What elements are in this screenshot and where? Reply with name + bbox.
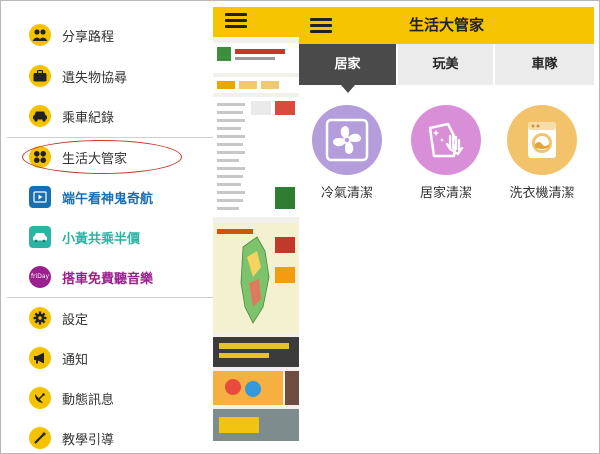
tab-fleet[interactable]: 車隊 — [495, 44, 594, 85]
background-page-preview — [213, 7, 299, 441]
satellite-icon — [29, 387, 51, 409]
car-icon — [29, 105, 51, 127]
taxi-icon — [29, 226, 51, 248]
service-label: 居家清潔 — [419, 186, 472, 201]
menu-item-lost-found[interactable]: 遺失物協尋 — [7, 56, 213, 96]
menu-item-settings[interactable]: 設定 — [7, 298, 213, 338]
people-icon — [29, 24, 51, 46]
life-manager-screen: 生活大管家 居家 玩美 車隊 冷氣清潔 居家清潔 洗衣機清潔 — [299, 7, 594, 441]
tab-beauty[interactable]: 玩美 — [398, 44, 493, 85]
washing-machine-icon — [507, 105, 577, 175]
menu-item-label: 遺失物協尋 — [62, 70, 128, 86]
gear-icon — [29, 307, 51, 329]
screenshot-frame: 分享路程 遺失物協尋 乘車紀錄 生活大管家 端午看神鬼奇航 小黃共乘半價 fri… — [0, 0, 600, 454]
category-tabs: 居家 玩美 車隊 — [299, 44, 594, 85]
menu-item-promo-music[interactable]: friDay 搭車免費聽音樂 — [7, 257, 213, 297]
service-washer-cleaning[interactable]: 洗衣機清潔 — [494, 105, 590, 201]
background-page-thumbnail — [213, 37, 299, 441]
menu-item-label: 教學引導 — [62, 432, 115, 448]
hand-cleaning-icon — [411, 105, 481, 175]
film-icon — [29, 186, 51, 208]
service-ac-cleaning[interactable]: 冷氣清潔 — [299, 105, 395, 201]
menu-item-promo-movie[interactable]: 端午看神鬼奇航 — [7, 177, 213, 217]
menu-item-news[interactable]: 動態訊息 — [7, 378, 213, 418]
hamburger-icon — [225, 13, 247, 29]
menu-item-tutorial[interactable]: 教學引導 — [7, 418, 213, 454]
tab-home[interactable]: 居家 — [299, 44, 396, 85]
menu-item-label: 端午看神鬼奇航 — [62, 191, 154, 207]
app-header: 生活大管家 — [299, 7, 594, 44]
menu-item-label: 設定 — [62, 312, 89, 328]
friday-music-icon: friDay — [29, 266, 51, 288]
menu-item-label: 通知 — [62, 352, 89, 368]
service-label: 洗衣機清潔 — [509, 186, 575, 201]
menu-item-label: 搭車免費聽音樂 — [62, 271, 154, 287]
menu-item-label: 動態訊息 — [62, 392, 115, 408]
service-label: 冷氣清潔 — [320, 186, 373, 201]
briefcase-icon — [29, 65, 51, 87]
menu-item-label: 乘車紀錄 — [62, 110, 115, 126]
megaphone-icon — [29, 347, 51, 369]
menu-item-label: 小黃共乘半價 — [62, 231, 141, 247]
menu-item-notifications[interactable]: 通知 — [7, 338, 213, 378]
page-title: 生活大管家 — [408, 16, 484, 34]
fan-icon — [312, 105, 382, 175]
highlight-circle-annotation — [22, 140, 182, 174]
active-tab-indicator — [341, 85, 355, 93]
menu-item-promo-carpool[interactable]: 小黃共乘半價 — [7, 217, 213, 257]
friday-icon-text: friDay — [30, 273, 50, 280]
menu-item-ride-history[interactable]: 乘車紀錄 — [7, 96, 213, 136]
service-home-cleaning[interactable]: 居家清潔 — [398, 105, 494, 201]
background-page-header — [213, 7, 299, 37]
menu-item-label: 分享路程 — [62, 29, 115, 45]
navigation-drawer: 分享路程 遺失物協尋 乘車紀錄 生活大管家 端午看神鬼奇航 小黃共乘半價 fri… — [7, 7, 213, 449]
menu-item-share-trip[interactable]: 分享路程 — [7, 15, 213, 55]
wand-icon — [29, 427, 51, 449]
